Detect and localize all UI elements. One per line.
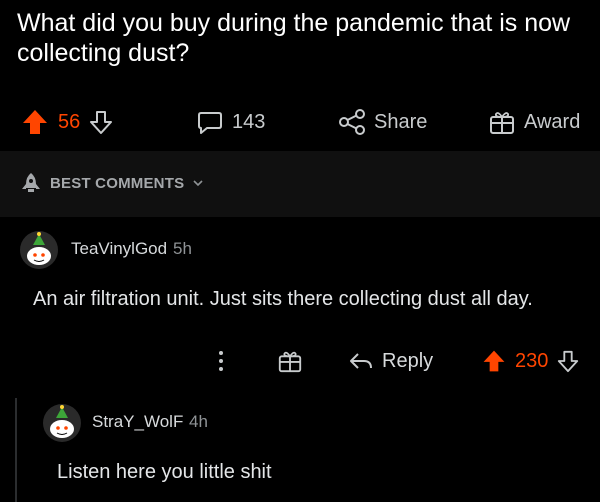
comment-author[interactable]: TeaVinylGod — [71, 239, 167, 259]
upvote-icon[interactable] — [481, 348, 507, 374]
award-label: Award — [524, 110, 581, 133]
share-icon — [338, 108, 366, 136]
post-vote-group: 56 — [20, 100, 114, 144]
comment: StraY_WolF 4h Listen here you little shi… — [0, 395, 600, 502]
downvote-icon[interactable] — [556, 349, 580, 373]
award-button[interactable]: Award — [488, 100, 580, 144]
award-icon[interactable] — [277, 348, 303, 374]
chevron-down-icon — [192, 178, 204, 188]
rocket-icon — [20, 171, 42, 195]
share-button[interactable]: Share — [338, 100, 427, 144]
comment-body: An air filtration unit. Just sits there … — [33, 288, 533, 310]
sort-dropdown[interactable]: BEST COMMENTS — [20, 171, 204, 195]
comment-time: 4h — [189, 412, 208, 431]
comment-vote-count: 230 — [515, 349, 549, 372]
comment-action-bar: Reply 230 — [0, 342, 600, 382]
comment-body: Listen here you little shit — [57, 461, 272, 483]
comment-author[interactable]: StraY_WolF — [92, 412, 183, 432]
comment: TeaVinylGod 5h An air filtration unit. J… — [0, 222, 600, 397]
upvote-icon[interactable] — [20, 107, 50, 137]
comment-count: 143 — [232, 110, 266, 133]
reply-label: Reply — [382, 349, 434, 372]
post-title: What did you buy during the pandemic tha… — [17, 9, 571, 67]
share-label: Share — [374, 110, 428, 133]
comments-button[interactable]: 143 — [196, 100, 265, 144]
downvote-icon[interactable] — [88, 109, 114, 135]
post-action-bar: 56 143 Share Award — [0, 100, 600, 144]
reply-arrow-icon — [348, 350, 374, 372]
more-options-icon[interactable] — [218, 350, 224, 372]
avatar[interactable] — [19, 230, 59, 270]
comment-vote-group: 230 — [481, 346, 580, 376]
sort-label: BEST COMMENTS — [50, 174, 185, 192]
reply-button[interactable]: Reply — [348, 346, 433, 376]
avatar[interactable] — [42, 403, 82, 443]
comment-time: 5h — [173, 239, 192, 258]
comment-bubble-icon — [196, 108, 224, 136]
comment-sort-bar: BEST COMMENTS — [0, 151, 600, 217]
award-icon — [488, 108, 516, 136]
post-vote-count: 56 — [58, 110, 81, 133]
